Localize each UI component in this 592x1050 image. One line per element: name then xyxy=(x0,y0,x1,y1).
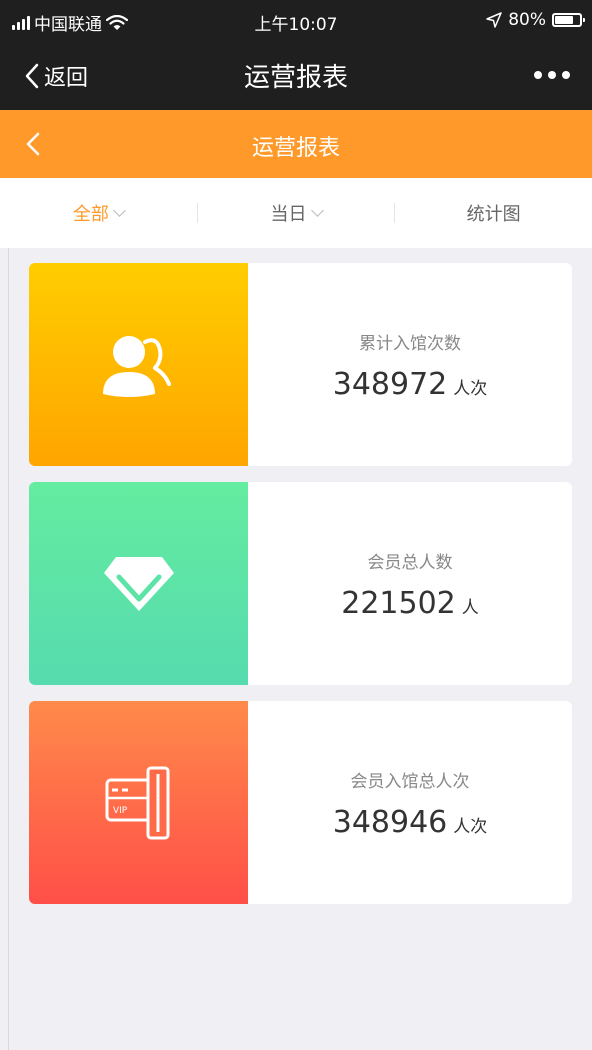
filter-chart-tab[interactable]: 统计图 xyxy=(395,200,592,226)
chevron-down-icon xyxy=(310,204,324,217)
stat-card-total-members[interactable]: 会员总人数 221502 人 xyxy=(29,482,572,685)
stat-value: 221502 xyxy=(341,586,456,621)
filter-period-label: 当日 xyxy=(270,204,307,225)
filter-bar: 全部 当日 统计图 xyxy=(0,178,592,248)
svg-text:VIP: VIP xyxy=(113,806,128,816)
battery-fill xyxy=(555,16,573,24)
stat-tile-member-visits: VIP xyxy=(29,701,248,904)
filter-chart-label: 统计图 xyxy=(466,204,521,225)
users-icon xyxy=(102,335,171,397)
stat-tile-visits xyxy=(29,263,248,466)
stat-unit: 人 xyxy=(461,598,479,618)
stat-unit: 人次 xyxy=(453,817,488,837)
signal-bars-icon xyxy=(12,15,30,30)
stat-label: 累计入馆次数 xyxy=(359,334,461,354)
app-header: 运营报表 xyxy=(0,110,592,178)
stat-info-member-visits: 会员入馆总人次 348946 人次 xyxy=(248,701,572,904)
wechat-back-label: 返回 xyxy=(44,66,89,91)
stat-value: 348972 xyxy=(332,367,448,402)
more-dots-icon[interactable] xyxy=(534,71,570,79)
diamond-icon xyxy=(103,556,174,611)
stat-info-members: 会员总人数 221502 人 xyxy=(248,482,572,685)
chevron-left-icon xyxy=(25,63,39,89)
stat-value-row: 348972 人次 xyxy=(248,367,572,402)
stat-value: 348946 xyxy=(332,805,448,840)
stat-tile-members xyxy=(29,482,248,685)
app-back-button[interactable] xyxy=(20,130,48,158)
page-edge-line xyxy=(8,248,9,1050)
vip-card-icon: VIP xyxy=(105,766,169,839)
filter-scope-dropdown[interactable]: 全部 xyxy=(0,200,197,226)
battery-percent: 80% xyxy=(508,10,546,30)
chevron-down-icon xyxy=(112,204,126,217)
stat-value-row: 348946 人次 xyxy=(248,805,572,840)
app-header-title: 运营报表 xyxy=(251,136,340,161)
wechat-nav-title: 运营报表 xyxy=(243,63,348,93)
location-arrow-icon xyxy=(486,12,502,28)
stat-card-member-visits[interactable]: VIP 会员入馆总人次 348946 人次 xyxy=(29,701,572,904)
filter-scope-label: 全部 xyxy=(72,204,109,225)
carrier-name: 中国联通 xyxy=(34,15,102,35)
filter-period-dropdown[interactable]: 当日 xyxy=(198,200,395,226)
stat-label: 会员总人数 xyxy=(367,553,453,573)
stat-info-visits: 累计入馆次数 348972 人次 xyxy=(248,263,572,466)
stat-card-total-visits[interactable]: 累计入馆次数 348972 人次 xyxy=(29,263,572,466)
battery-icon xyxy=(552,13,585,27)
wechat-back-button[interactable]: 返回 xyxy=(24,60,88,92)
status-bar: 中国联通 上午10:07 80% xyxy=(0,0,592,40)
stat-label: 会员入馆总人次 xyxy=(350,772,470,792)
wifi-icon xyxy=(106,14,128,30)
status-right: 80% xyxy=(486,10,585,30)
status-left: 中国联通 xyxy=(12,10,128,35)
stat-unit: 人次 xyxy=(453,379,488,399)
wechat-nav-bar: 返回 运营报表 xyxy=(0,40,592,110)
stat-value-row: 221502 人 xyxy=(248,586,572,621)
